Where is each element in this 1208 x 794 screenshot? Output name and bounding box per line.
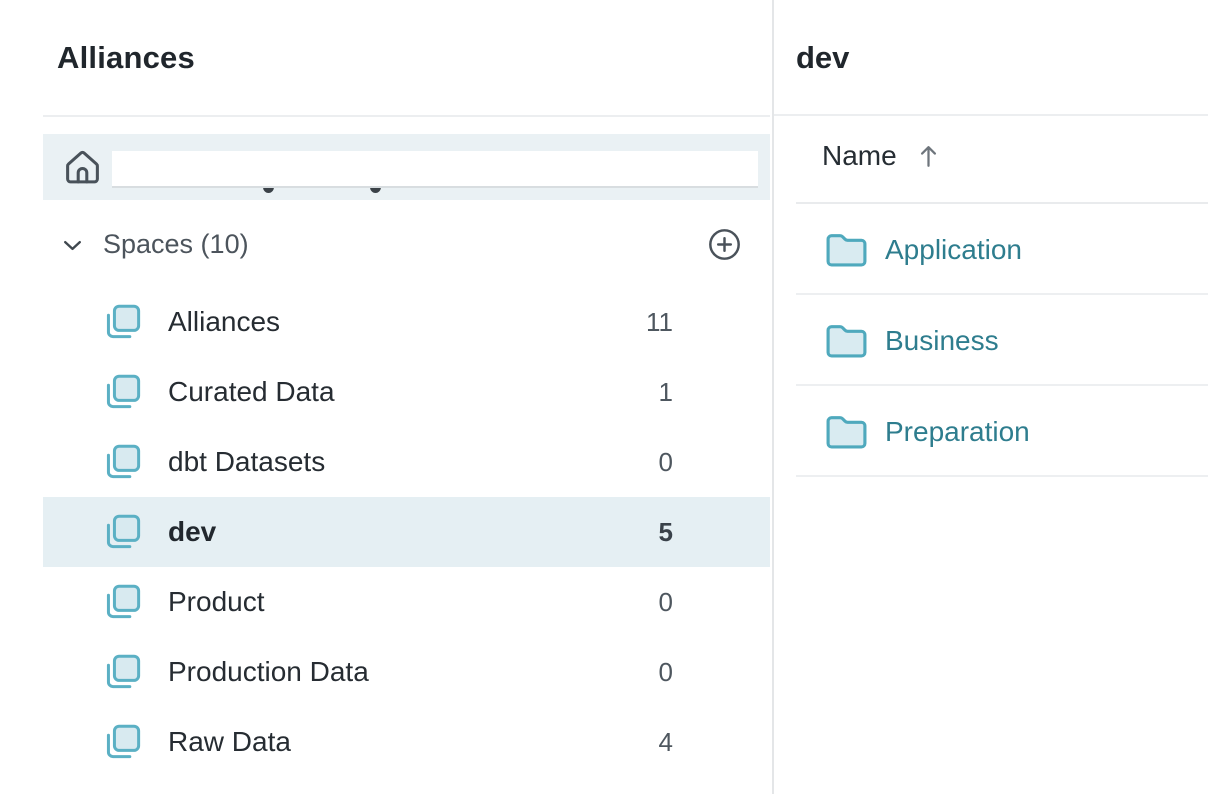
space-item-label: Production Data [168,656,369,688]
space-list-item[interactable]: Curated Data 1 [43,357,770,427]
space-list-item[interactable]: dbt Datasets 0 [43,427,770,497]
folder-link[interactable]: Preparation [885,416,1030,448]
space-item-count: 11 [646,307,673,338]
spaces-section-label: Spaces (10) [103,229,249,260]
space-list-item[interactable]: Raw Data 4 [43,707,770,777]
name-column-header[interactable]: Name [822,133,942,179]
space-item-count: 5 [659,517,673,548]
space-item-label: Product [168,586,265,618]
spaces-section-header[interactable]: Spaces (10) [43,222,770,268]
divider [774,114,1208,116]
space-list-item[interactable]: Alliances 11 [43,287,770,357]
space-item-count: 0 [659,587,673,618]
space-icon [100,720,145,765]
home-row[interactable] [43,134,770,200]
folder-table: Application Business Preparation [796,204,1208,477]
folder-icon [823,411,870,452]
space-item-count: 0 [659,657,673,688]
table-row[interactable]: Application [796,204,1208,295]
space-list-item[interactable]: Production Data 0 [43,637,770,707]
space-icon [100,300,145,345]
folder-link[interactable]: Application [885,234,1022,266]
space-icon [100,440,145,485]
space-item-label: dev [168,516,216,548]
sidebar-title: Alliances [57,40,195,76]
name-column-label: Name [822,140,897,172]
space-icon [100,370,145,415]
page-title: dev [796,40,849,76]
space-icon [100,580,145,625]
folder-link[interactable]: Business [885,325,999,357]
table-row[interactable]: Preparation [796,386,1208,477]
space-item-label: Alliances [168,306,280,338]
space-item-label: Raw Data [168,726,291,758]
main-panel: dev Name Application Business [774,0,1208,794]
app-window: Alliances Spaces (10) [0,0,1208,794]
space-item-count: 4 [659,727,673,758]
space-item-label: dbt Datasets [168,446,325,478]
divider [43,115,770,117]
folder-icon [823,320,870,361]
chevron-down-icon[interactable] [59,232,86,259]
table-row[interactable]: Business [796,295,1208,386]
space-item-count: 0 [659,447,673,478]
spaces-list: Alliances 11 Curated Data 1 dbt Datasets… [43,287,770,777]
home-icon [61,145,104,190]
sort-arrow-up-icon [915,141,942,171]
sidebar: Alliances Spaces (10) [0,0,772,794]
space-list-item[interactable]: dev 5 [43,497,770,567]
space-icon [100,650,145,695]
add-space-button[interactable] [706,226,743,263]
space-list-item[interactable]: Product 0 [43,567,770,637]
space-icon [100,510,145,555]
redacted-home-label [112,151,758,188]
space-item-label: Curated Data [168,376,335,408]
folder-icon [823,229,870,270]
space-item-count: 1 [659,377,673,408]
